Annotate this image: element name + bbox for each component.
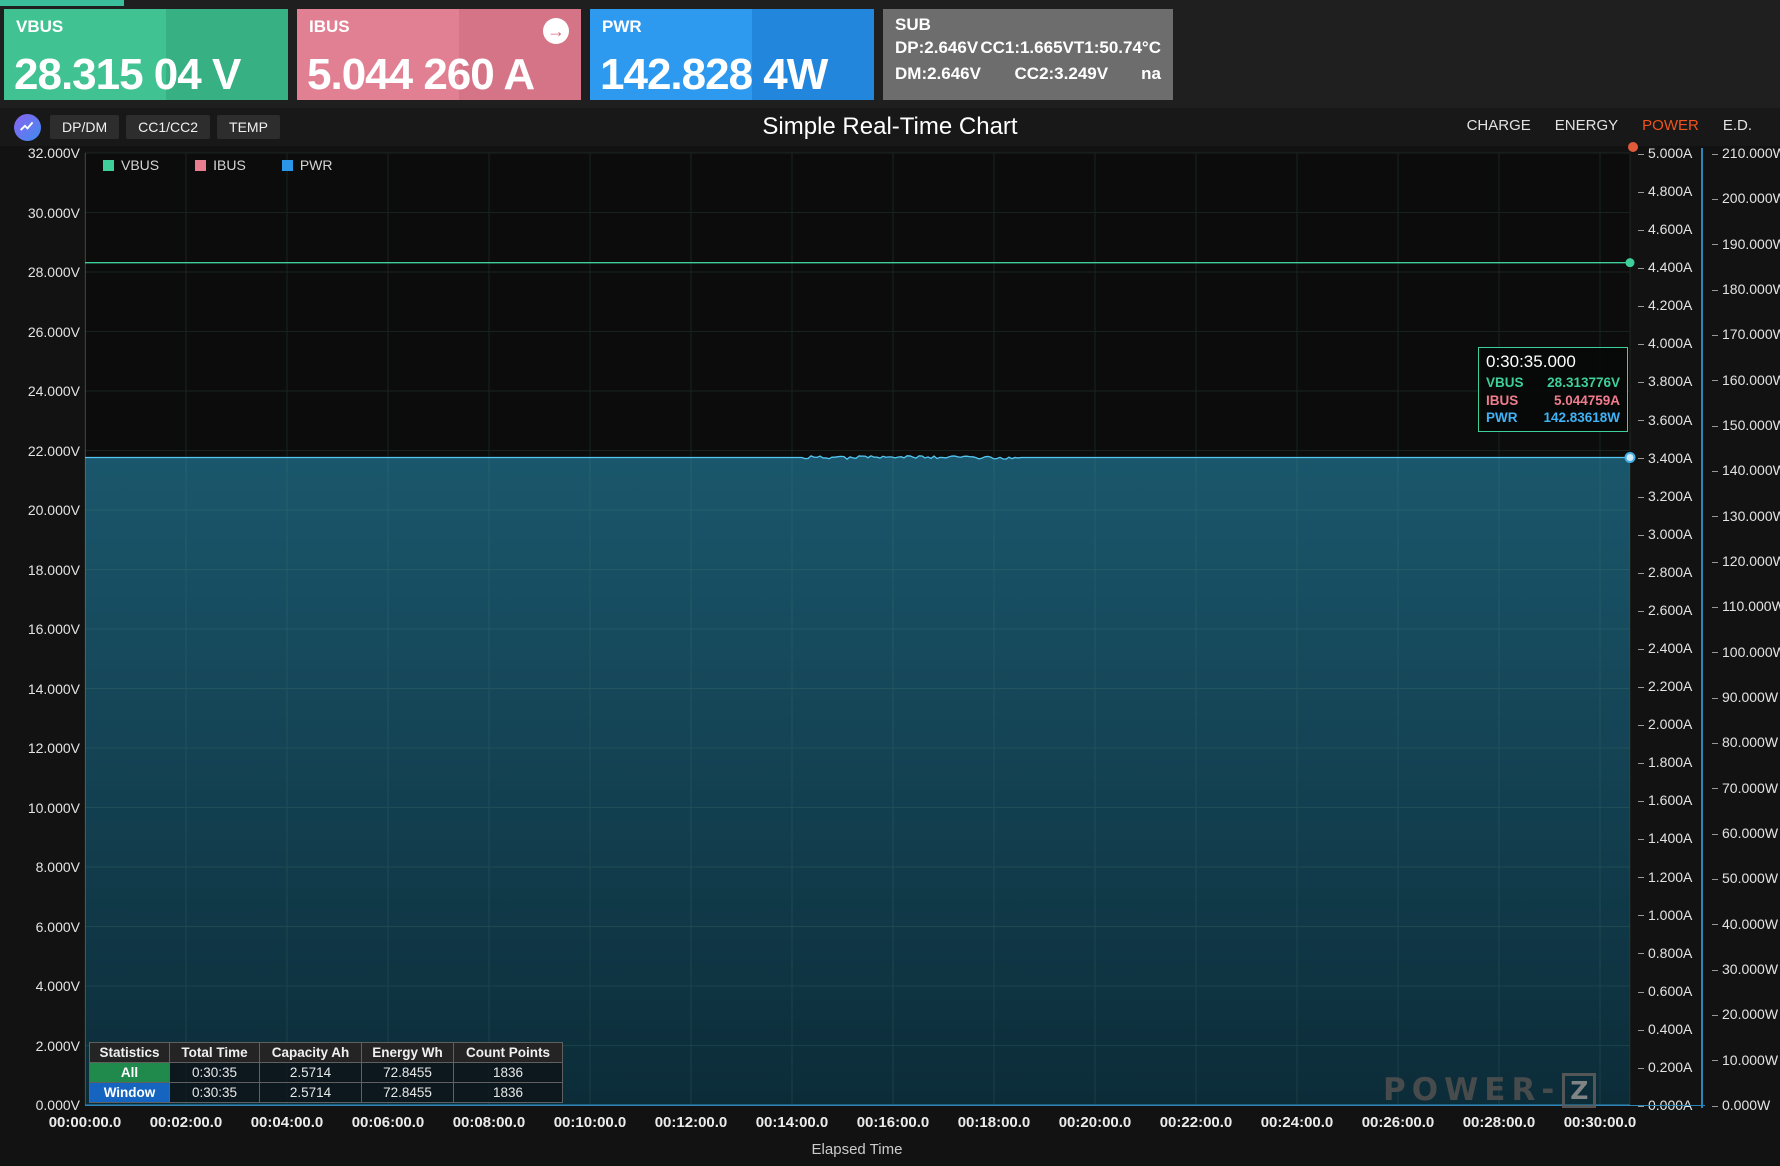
sub-value: T1:50.74°C [1073, 38, 1161, 57]
sub-value: CC1:1.665V [980, 38, 1074, 57]
stats-cell: 72.8455 [361, 1082, 454, 1103]
stats-header-cell: Energy Wh [361, 1042, 454, 1063]
chart-legend: VBUS IBUS PWR [103, 157, 332, 173]
stats-row-all: All 0:30:35 2.5714 72.8455 1836 [89, 1062, 563, 1083]
vbus-card-value: 28.315 04 V [14, 50, 241, 99]
watermark-text: POWER- [1383, 1072, 1561, 1108]
ibus-swatch-icon [195, 159, 207, 171]
sub-value: CC2:3.249V [1014, 63, 1109, 83]
ibus-card-value: 5.044 260 A [307, 50, 535, 99]
toolbar: DP/DM CC1/CC2 TEMP Simple Real-Time Chart … [0, 112, 1780, 146]
vbus-swatch-icon [103, 159, 114, 171]
legend-item-vbus[interactable]: VBUS [103, 157, 159, 173]
legend-item-ibus[interactable]: IBUS [195, 157, 246, 173]
vbus-marker [1625, 258, 1635, 268]
plot-area[interactable] [84, 142, 1638, 1106]
chart-title: Simple Real-Time Chart [762, 113, 1018, 140]
power-z-monitor: VBUS 28.315 04 V IBUS → 5.044 260 A PWR … [0, 0, 1780, 1166]
ibus-card[interactable]: IBUS → 5.044 260 A [297, 9, 581, 100]
power-axis-line [1701, 148, 1703, 1108]
cursor-tooltip: 0:30:35.000 VBUS 28.313776V IBUS 5.044759A P… [1478, 347, 1628, 432]
watermark-z: Z [1562, 1072, 1597, 1108]
legend-item-pwr[interactable]: PWR [281, 157, 333, 173]
sub-row-1: DM:2.646V CC2:3.249V na [895, 61, 1161, 87]
pulse-line-icon [20, 121, 34, 131]
stats-cell: 2.5714 [259, 1062, 362, 1083]
toolbar-button-energy[interactable]: ENERGY [1555, 117, 1618, 134]
sub-value: DM:2.646V [895, 63, 981, 83]
x-axis-title: Elapsed Time [811, 1141, 903, 1158]
stats-cell: 0:30:35 [169, 1062, 260, 1083]
tooltip-row-ibus: IBUS 5.044759A [1486, 392, 1620, 410]
tooltip-row-pwr: PWR 142.83618W [1486, 409, 1620, 427]
tooltip-values: VBUS 28.313776V IBUS 5.044759A PWR 142.83618W [1486, 374, 1620, 427]
sub-values: DP:2.646V CC1:1.665V T1:50.74°C DM:2.646V CC… [895, 35, 1161, 86]
stats-header-cell: Total Time [169, 1042, 260, 1063]
sub-value: DP:2.646V [895, 38, 979, 57]
ibus-card-label: IBUS [309, 17, 350, 36]
legend-label: PWR [299, 157, 333, 173]
pwr-marker [1624, 451, 1636, 463]
top-progress-strip [0, 0, 124, 6]
legend-label: IBUS [213, 157, 246, 173]
stats-header-cell: Statistics [89, 1042, 170, 1063]
stats-cell: 72.8455 [361, 1062, 454, 1083]
stats-cell: 1836 [453, 1082, 563, 1103]
stats-header-cell: Count Points [453, 1042, 563, 1063]
stats-row-label: Window [89, 1082, 170, 1103]
measurement-cards: VBUS 28.315 04 V IBUS → 5.044 260 A PWR … [4, 9, 1173, 100]
toolbar-button-ed[interactable]: E.D. [1723, 117, 1752, 134]
mode-buttons: CHARGE ENERGY POWER E.D. [1467, 117, 1752, 134]
toolbar-button-dp-dm[interactable]: DP/DM [50, 115, 120, 139]
tooltip-series-value: 28.313776V [1547, 375, 1620, 390]
pwr-swatch-icon [281, 159, 293, 171]
tooltip-time: 0:30:35.000 [1486, 352, 1576, 371]
stats-cell: 1836 [453, 1062, 563, 1083]
stats-row-label: All [89, 1062, 170, 1083]
statistics-table: Statistics Total Time Capacity Ah Energy Wh… [89, 1042, 563, 1103]
stats-header-cell: Capacity Ah [259, 1042, 362, 1063]
vbus-card[interactable]: VBUS 28.315 04 V [4, 9, 288, 100]
stats-cell: 0:30:35 [169, 1082, 260, 1103]
toolbar-button-temp[interactable]: TEMP [217, 115, 280, 139]
power-z-watermark: POWER- Z [1383, 1072, 1597, 1108]
sub-value: na [1141, 63, 1161, 83]
stats-cell: 2.5714 [259, 1082, 362, 1103]
vbus-card-label: VBUS [16, 17, 64, 36]
pwr-card-value: 142.828 4W [600, 50, 828, 99]
legend-label: VBUS [121, 157, 160, 173]
chart-app-icon[interactable] [14, 114, 41, 141]
stats-row-window: Window 0:30:35 2.5714 72.8455 1836 [89, 1082, 563, 1103]
sub-card[interactable]: SUB DP:2.646V CC1:1.665V T1:50.74°C DM:2.64… [883, 9, 1173, 100]
sub-row-0: DP:2.646V CC1:1.665V T1:50.74°C [895, 35, 1161, 61]
sub-card-label: SUB [895, 15, 931, 34]
toolbar-button-charge[interactable]: CHARGE [1467, 117, 1531, 134]
tooltip-series-name: IBUS [1486, 392, 1519, 408]
display-toggle-buttons: DP/DM CC1/CC2 TEMP [50, 115, 280, 139]
tooltip-row-vbus: VBUS 28.313776V [1486, 374, 1620, 392]
pwr-card[interactable]: PWR 142.828 4W [590, 9, 874, 100]
stats-header-row: Statistics Total Time Capacity Ah Energy Wh… [89, 1042, 563, 1063]
pwr-card-label: PWR [602, 17, 642, 36]
tooltip-series-name: VBUS [1486, 375, 1524, 390]
toolbar-button-cc1-cc2[interactable]: CC1/CC2 [126, 115, 211, 139]
tooltip-series-value: 142.83618W [1543, 410, 1620, 426]
toolbar-button-power[interactable]: POWER [1642, 117, 1699, 134]
tooltip-series-value: 5.044759A [1553, 392, 1620, 408]
current-direction-arrow-icon: → [543, 18, 569, 44]
tooltip-series-name: PWR [1486, 410, 1518, 426]
